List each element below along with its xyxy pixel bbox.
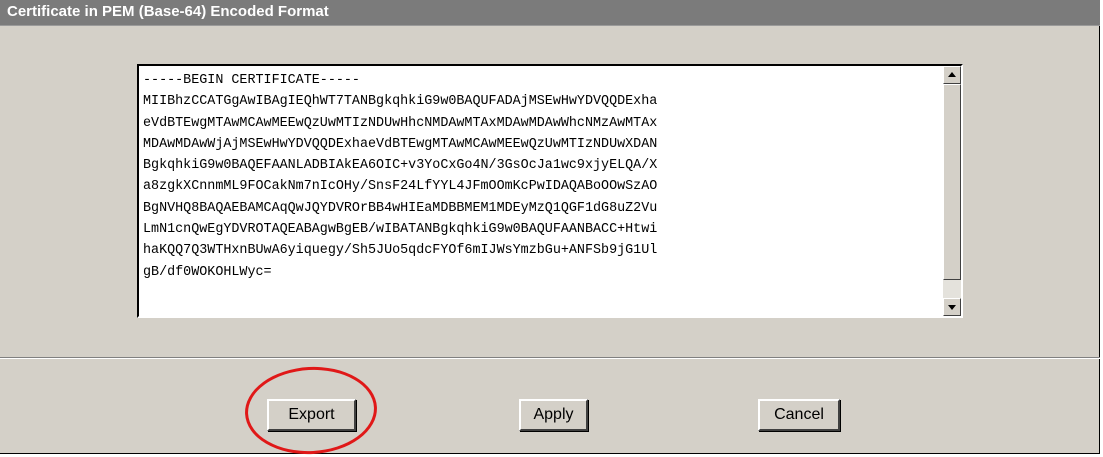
certificate-text[interactable]: -----BEGIN CERTIFICATE----- MIIBhzCCATGg… [141, 68, 943, 314]
scrollbar-thumb[interactable] [943, 84, 961, 280]
export-button[interactable]: Export [267, 399, 356, 431]
apply-button[interactable]: Apply [519, 399, 588, 431]
arrow-down-icon [948, 305, 956, 310]
arrow-up-icon [948, 72, 956, 77]
panel-title-bar: Certificate in PEM (Base-64) Encoded For… [0, 0, 1100, 26]
scroll-up-button[interactable] [943, 66, 961, 84]
panel-title: Certificate in PEM (Base-64) Encoded For… [7, 3, 329, 20]
vertical-scrollbar[interactable] [943, 66, 961, 316]
divider [0, 357, 1100, 359]
cancel-button[interactable]: Cancel [758, 399, 840, 431]
scroll-down-button[interactable] [943, 298, 961, 316]
certificate-panel: Certificate in PEM (Base-64) Encoded For… [0, 0, 1100, 457]
certificate-textarea[interactable]: -----BEGIN CERTIFICATE----- MIIBhzCCATGg… [137, 64, 963, 318]
